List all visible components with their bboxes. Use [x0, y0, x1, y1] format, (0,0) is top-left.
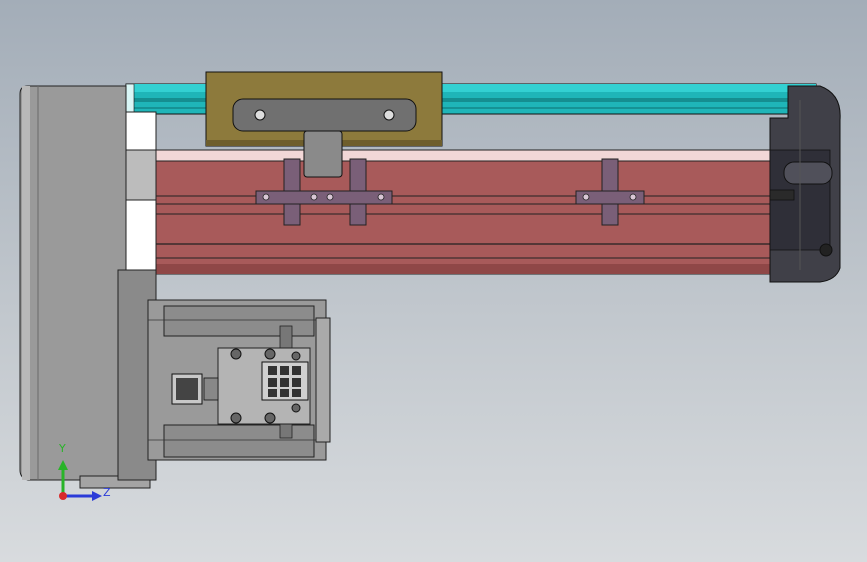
cad-model-drawing[interactable] [0, 0, 867, 562]
actuator-body[interactable] [149, 160, 781, 275]
encoder-connector[interactable] [171, 373, 219, 405]
y-axis-label: Y [59, 442, 66, 455]
motor-connector[interactable] [261, 361, 309, 401]
z-axis-label: Z [103, 486, 111, 499]
spacer-coupling [121, 149, 157, 201]
cad-viewport[interactable]: Y Z [0, 0, 867, 562]
actuator-end-cap[interactable] [769, 85, 841, 283]
actuator-top-cover [149, 149, 781, 163]
